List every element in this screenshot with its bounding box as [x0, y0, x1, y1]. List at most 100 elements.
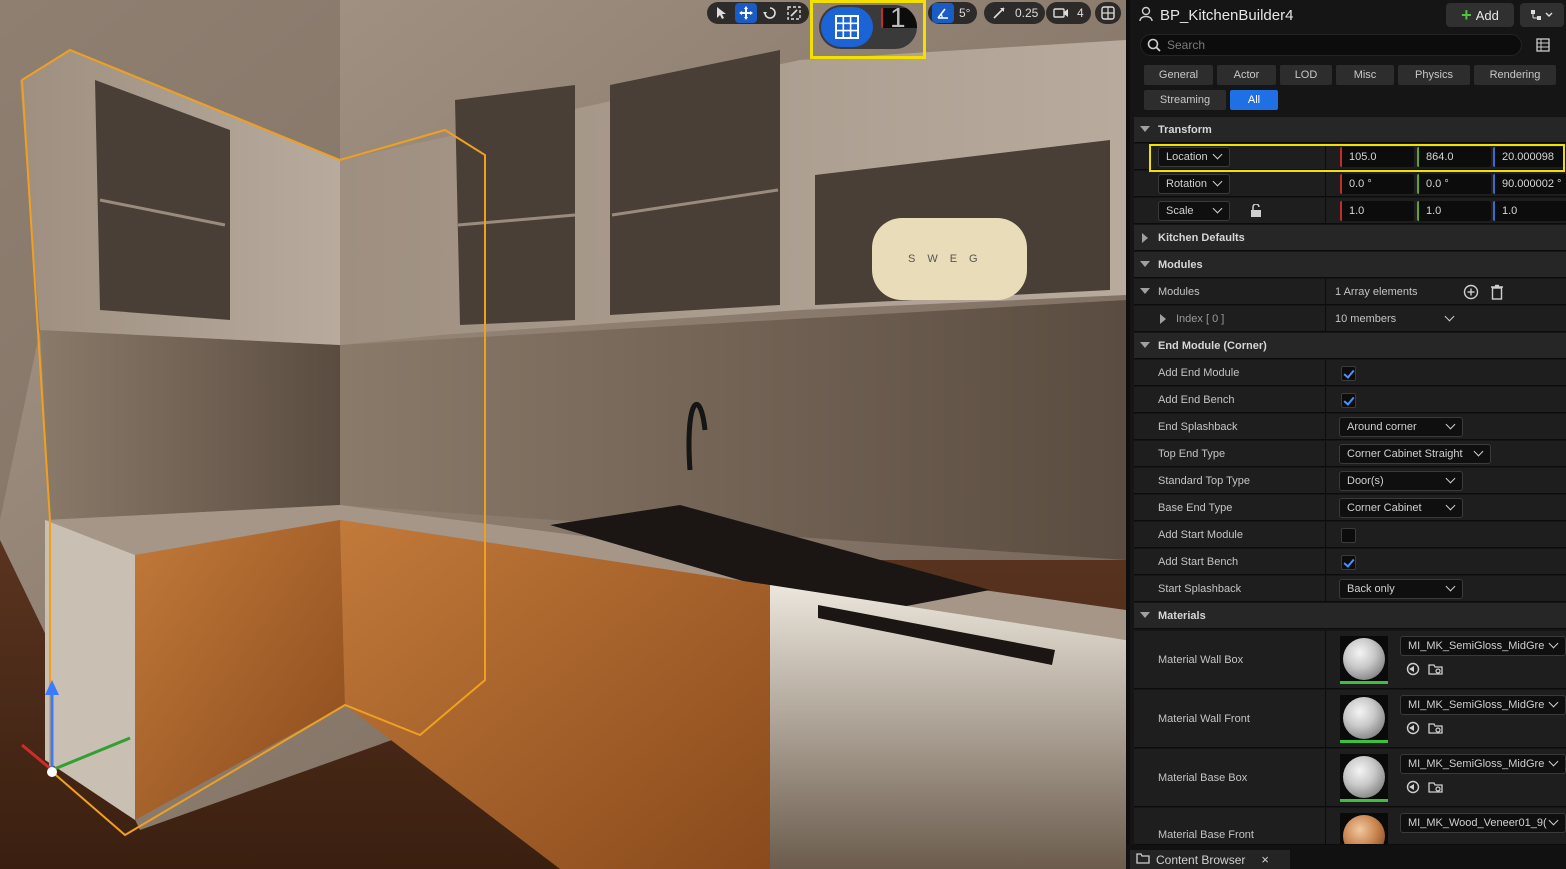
add-component-button[interactable]: + Add: [1446, 3, 1514, 27]
select-mode-icon[interactable]: [711, 3, 733, 23]
chevron-down-icon: [1445, 581, 1456, 592]
modules-category[interactable]: Modules: [1134, 252, 1566, 278]
location-y-field[interactable]: 864.0: [1417, 147, 1491, 167]
material-base-front-dropdown[interactable]: MI_MK_Wood_Veneer01_9(: [1400, 813, 1566, 833]
scale-z-field[interactable]: 1.0: [1493, 201, 1566, 221]
scale-y-field[interactable]: 1.0: [1417, 201, 1491, 221]
plus-icon: +: [1461, 5, 1472, 25]
material-base-box-dropdown[interactable]: MI_MK_SemiGloss_MidGre: [1400, 754, 1566, 774]
add-label: Add: [1475, 7, 1499, 23]
lock-icon[interactable]: [1250, 203, 1262, 221]
add-end-bench-checkbox[interactable]: [1341, 393, 1356, 408]
filter-all[interactable]: All: [1230, 90, 1278, 110]
add-start-bench-checkbox[interactable]: [1341, 555, 1356, 570]
rotate-mode-icon[interactable]: [759, 3, 781, 23]
kitchen-defaults-category[interactable]: Kitchen Defaults: [1134, 225, 1566, 251]
property-label: Top End Type: [1158, 448, 1226, 460]
search-input[interactable]: [1167, 38, 1497, 52]
browse-folder-icon[interactable]: [1428, 780, 1444, 797]
camera-speed-value[interactable]: 4: [1074, 6, 1087, 20]
expand-arrow-icon[interactable]: [1160, 314, 1166, 324]
add-end-module-checkbox[interactable]: [1341, 366, 1356, 381]
dropdown-value: Door(s): [1347, 475, 1384, 487]
scale-snap-icon[interactable]: [988, 3, 1010, 23]
dropdown-label: Location: [1166, 151, 1208, 163]
filter-lod[interactable]: LOD: [1280, 65, 1332, 85]
filter-general[interactable]: General: [1144, 65, 1213, 85]
browse-folder-icon[interactable]: [1428, 721, 1444, 738]
start-splashback-dropdown[interactable]: Back only: [1339, 579, 1463, 599]
rotation-z-field[interactable]: 90.000002 °: [1493, 174, 1566, 194]
property-label: Modules: [1158, 286, 1200, 298]
layout-group: [1095, 2, 1121, 24]
standard-top-type-row: Standard Top Type Door(s): [1134, 468, 1566, 494]
top-end-type-dropdown[interactable]: Corner Cabinet Straight: [1339, 444, 1491, 464]
property-label: Material Base Box: [1158, 772, 1248, 784]
materials-category[interactable]: Materials: [1134, 603, 1566, 629]
use-selected-icon[interactable]: [1406, 662, 1420, 679]
add-start-module-checkbox[interactable]: [1341, 528, 1356, 543]
location-dropdown[interactable]: Location: [1158, 147, 1230, 167]
end-splashback-dropdown[interactable]: Around corner: [1339, 417, 1463, 437]
collapse-arrow-icon: [1140, 126, 1150, 132]
close-icon[interactable]: ×: [1261, 852, 1269, 867]
blueprint-options-button[interactable]: [1520, 3, 1564, 27]
grid-snap-toggle[interactable]: 1: [810, 0, 926, 59]
browse-folder-icon[interactable]: [1428, 662, 1444, 679]
array-count: 1 Array elements: [1335, 286, 1418, 298]
category-label: End Module (Corner): [1158, 340, 1267, 352]
camera-icon[interactable]: [1050, 3, 1072, 23]
use-selected-icon[interactable]: [1406, 721, 1420, 738]
add-element-icon[interactable]: [1463, 284, 1479, 303]
rotation-y-field[interactable]: 0.0 °: [1417, 174, 1491, 194]
end-module-category[interactable]: End Module (Corner): [1134, 333, 1566, 359]
rotation-snap-value[interactable]: 5°: [956, 6, 973, 20]
details-search[interactable]: [1140, 34, 1522, 56]
trash-icon[interactable]: [1490, 284, 1504, 303]
filter-physics[interactable]: Physics: [1398, 65, 1470, 85]
dropdown-value: Around corner: [1347, 421, 1417, 433]
scale-mode-icon[interactable]: [783, 3, 805, 23]
dropdown-value: MI_MK_SemiGloss_MidGre: [1408, 758, 1545, 770]
viewport-layout-icon[interactable]: [1097, 3, 1119, 23]
location-z-field[interactable]: 20.000098: [1493, 147, 1566, 167]
level-viewport[interactable]: SWEG 1 5° 0.25 4: [0, 0, 1126, 869]
tab-label: Content Browser: [1156, 852, 1246, 867]
chevron-down-icon: [1548, 815, 1559, 826]
property-matrix-icon[interactable]: [1536, 38, 1550, 55]
content-browser-tab[interactable]: Content Browser ×: [1130, 850, 1290, 869]
collapse-arrow-icon: [1140, 612, 1150, 618]
chevron-down-icon: [1548, 697, 1559, 708]
rotation-x-field[interactable]: 0.0 °: [1340, 174, 1414, 194]
translate-mode-icon[interactable]: [735, 3, 757, 23]
kitchen-scene[interactable]: SWEG: [0, 0, 1126, 869]
material-thumbnail[interactable]: [1340, 636, 1388, 684]
add-end-bench-row: Add End Bench: [1134, 387, 1566, 413]
material-thumbnail[interactable]: [1340, 813, 1388, 844]
chevron-down-icon[interactable]: [1444, 311, 1455, 322]
rotation-snap-icon[interactable]: [932, 3, 954, 23]
scale-x-field[interactable]: 1.0: [1340, 201, 1414, 221]
scale-dropdown[interactable]: Scale: [1158, 201, 1230, 221]
property-label: Add Start Bench: [1158, 556, 1239, 568]
scale-snap-value[interactable]: 0.25: [1012, 6, 1041, 20]
use-selected-icon[interactable]: [1406, 780, 1420, 797]
transform-category[interactable]: Transform: [1134, 117, 1566, 143]
base-end-type-dropdown[interactable]: Corner Cabinet: [1339, 498, 1463, 518]
material-wall-box-dropdown[interactable]: MI_MK_SemiGloss_MidGre: [1400, 636, 1566, 656]
filter-rendering[interactable]: Rendering: [1474, 65, 1556, 85]
collapse-arrow-icon[interactable]: [1140, 288, 1150, 294]
filter-streaming[interactable]: Streaming: [1144, 90, 1226, 110]
material-thumbnail[interactable]: [1340, 754, 1388, 802]
grid-snap-value[interactable]: 1: [881, 5, 917, 32]
add-start-bench-row: Add Start Bench: [1134, 549, 1566, 575]
standard-top-type-dropdown[interactable]: Door(s): [1339, 471, 1463, 491]
material-wall-front-row: Material Wall Front MI_MK_SemiGloss_MidG…: [1134, 690, 1566, 748]
material-wall-front-dropdown[interactable]: MI_MK_SemiGloss_MidGre: [1400, 695, 1566, 715]
rotation-dropdown[interactable]: Rotation: [1158, 174, 1230, 194]
material-thumbnail[interactable]: [1340, 695, 1388, 743]
grid-icon[interactable]: [821, 7, 873, 47]
location-x-field[interactable]: 105.0: [1340, 147, 1414, 167]
filter-actor[interactable]: Actor: [1217, 65, 1276, 85]
filter-misc[interactable]: Misc: [1336, 65, 1394, 85]
